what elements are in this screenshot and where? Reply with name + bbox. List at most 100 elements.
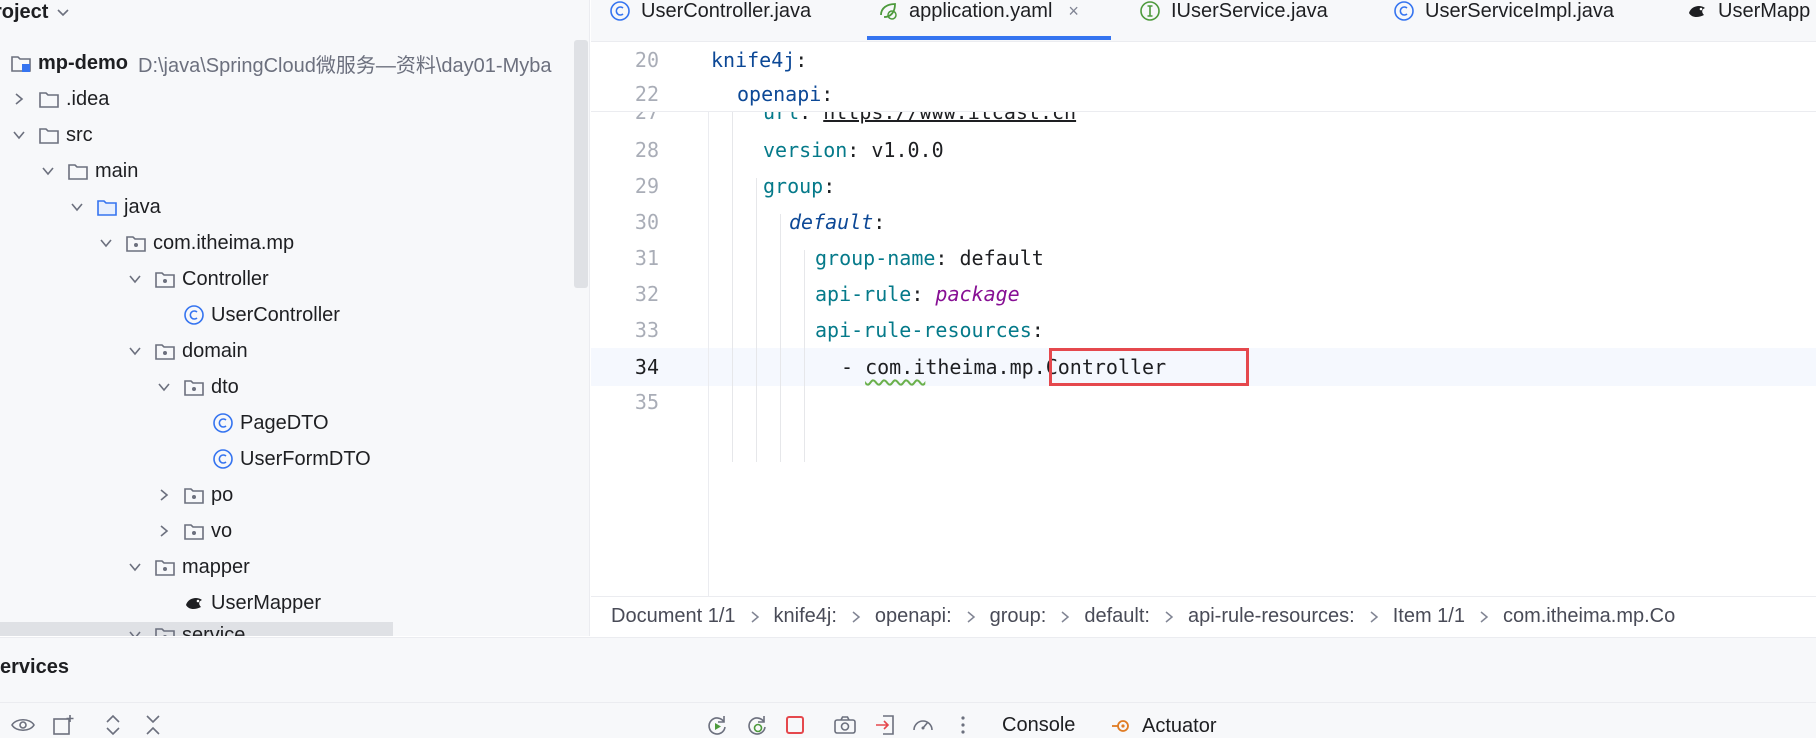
yaml-colon: : — [795, 48, 808, 72]
line-number: 28 — [634, 138, 659, 162]
code-line-32[interactable]: api-rule: package — [815, 276, 1020, 312]
project-panel-header[interactable]: roject — [0, 0, 70, 24]
tree-item-java[interactable]: java — [70, 190, 161, 224]
tree-item-po[interactable]: po — [157, 478, 233, 512]
code-line-30[interactable]: default: — [789, 204, 885, 240]
tab-label: application.yaml — [909, 0, 1053, 22]
line-number: 20 — [634, 48, 659, 72]
more-options-icon[interactable] — [950, 712, 976, 738]
tree-item-usercontroller[interactable]: UserController — [157, 298, 340, 332]
stop-icon[interactable] — [782, 712, 808, 738]
tree-item-mp-demo[interactable]: mp-demo D:\java\SpringCloud微服务—资料\day01-… — [10, 46, 552, 80]
chevron-down-icon[interactable] — [157, 380, 171, 394]
chevron-down-icon[interactable] — [128, 628, 142, 636]
close-icon[interactable]: × — [1068, 0, 1079, 22]
chevron-right-icon[interactable] — [157, 524, 171, 538]
tree-item-mapper[interactable]: mapper — [128, 550, 250, 584]
tab-label: UserMapp — [1718, 0, 1811, 22]
folder-icon — [38, 88, 60, 110]
chevron-down-icon[interactable] — [128, 272, 142, 286]
rerun-icon[interactable] — [704, 712, 730, 738]
line-number: 29 — [634, 174, 659, 198]
package-icon — [125, 232, 147, 254]
tree-item-domain[interactable]: domain — [128, 334, 248, 368]
tree-item-usermapper[interactable]: UserMapper — [157, 586, 321, 620]
package-icon — [154, 340, 176, 362]
chevron-right-icon — [1369, 610, 1379, 624]
breadcrumb-item[interactable]: group: — [990, 605, 1047, 628]
tree-item-main[interactable]: main — [41, 154, 138, 188]
profiler-icon[interactable] — [910, 712, 936, 738]
yaml-colon: : — [911, 282, 924, 306]
tree-item-pagedto[interactable]: PageDTO — [186, 406, 329, 440]
expand-all-icon[interactable] — [100, 712, 126, 738]
sticky-line-knife4j[interactable]: knife4j: — [711, 42, 807, 78]
breadcrumb-item[interactable]: Item 1/1 — [1393, 605, 1465, 628]
chevron-down-icon[interactable] — [70, 200, 84, 214]
tree-item-dto[interactable]: dto — [157, 370, 239, 404]
tree-item-label: domain — [182, 339, 248, 362]
tab-iuserservice-java[interactable]: IUserService.java — [1139, 0, 1328, 40]
tab-console[interactable]: Console — [1002, 714, 1075, 737]
collapse-all-icon[interactable] — [140, 712, 166, 738]
breadcrumb-item[interactable]: openapi: — [875, 605, 952, 628]
actuator-icon — [1110, 714, 1134, 738]
chevron-right-icon[interactable] — [157, 488, 171, 502]
code-editor[interactable]: 27 url: https://www.itcast.cn 20 knife4j… — [591, 42, 1816, 596]
chevron-down-icon[interactable] — [41, 164, 55, 178]
indent-guide — [732, 112, 733, 462]
project-panel-title: roject — [0, 0, 49, 23]
source-folder-icon — [96, 196, 118, 218]
tab-actuator[interactable]: Actuator — [1110, 714, 1216, 738]
breadcrumb-item[interactable]: api-rule-resources: — [1188, 605, 1355, 628]
tree-item-label: UserMapper — [211, 591, 322, 614]
tree-item-service[interactable]: service — [128, 618, 245, 636]
code-line-31[interactable]: group-name: default — [815, 240, 1044, 276]
breadcrumb-item[interactable]: knife4j: — [774, 605, 837, 628]
tree-item-controller-package[interactable]: Controller — [128, 262, 269, 296]
tree-item-idea[interactable]: .idea — [12, 82, 109, 116]
project-tree-scrollbar[interactable] — [574, 40, 588, 288]
tab-label: IUserService.java — [1171, 0, 1328, 22]
eye-icon[interactable] — [10, 712, 36, 738]
sticky-line-openapi[interactable]: openapi: — [737, 76, 833, 112]
line-number: 31 — [634, 246, 659, 270]
toolbar-divider — [0, 702, 1816, 703]
chevron-down-icon[interactable] — [56, 5, 70, 19]
project-tool-window: roject mp-demo D:\java\SpringCloud微服务—资料… — [0, 0, 590, 636]
spellcheck-squiggle: com.i — [865, 355, 926, 379]
code-line-33[interactable]: api-rule-resources: — [815, 312, 1044, 348]
line-number: 32 — [634, 282, 659, 306]
package-icon — [154, 556, 176, 578]
tree-item-label: UserController — [211, 303, 340, 326]
tab-usercontroller-java[interactable]: UserController.java — [609, 0, 811, 40]
camera-icon[interactable] — [832, 712, 858, 738]
add-service-icon[interactable] — [50, 712, 76, 738]
breadcrumb-item[interactable]: default: — [1084, 605, 1150, 628]
tree-item-label: java — [124, 195, 161, 218]
chevron-down-icon[interactable] — [128, 344, 142, 358]
rerun-debug-icon[interactable] — [744, 712, 770, 738]
breadcrumb-item[interactable]: com.itheima.mp.Co — [1503, 605, 1675, 628]
tree-item-label: vo — [211, 519, 233, 542]
chevron-right-icon[interactable] — [12, 92, 26, 106]
chevron-down-icon[interactable] — [128, 560, 142, 574]
tree-item-src[interactable]: src — [12, 118, 93, 152]
tab-userserviceimpl-java[interactable]: UserServiceImpl.java — [1393, 0, 1614, 40]
yaml-colon: : — [873, 210, 886, 234]
code-line-29[interactable]: group: — [763, 168, 835, 204]
chevron-down-icon[interactable] — [12, 128, 26, 142]
chevron-down-icon[interactable] — [99, 236, 113, 250]
login-icon[interactable] — [872, 712, 898, 738]
tree-item-com-itheima-mp[interactable]: com.itheima.mp — [99, 226, 294, 260]
breadcrumb-item[interactable]: Document 1/1 — [611, 605, 736, 628]
code-line-28[interactable]: version: v1.0.0 — [763, 132, 944, 168]
tree-item-userformdto[interactable]: UserFormDTO — [186, 442, 371, 476]
services-panel-title: ervices — [0, 656, 69, 678]
tab-application-yaml[interactable]: application.yaml × — [867, 0, 1111, 40]
class-icon — [1393, 0, 1415, 22]
tree-item-vo[interactable]: vo — [157, 514, 232, 548]
tab-usermapper[interactable]: UserMapp — [1686, 0, 1810, 40]
module-folder-icon — [10, 52, 32, 74]
package-icon — [183, 376, 205, 398]
